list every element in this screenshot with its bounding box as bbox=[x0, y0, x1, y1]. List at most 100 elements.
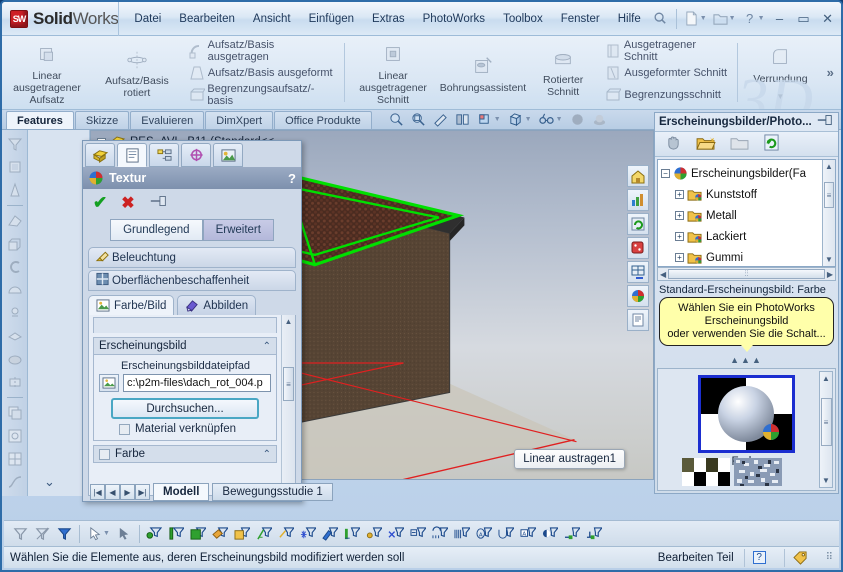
appearance-swatch-noise[interactable] bbox=[734, 458, 782, 486]
help-dropdown-icon[interactable]: ▼ bbox=[758, 15, 765, 22]
hand-icon[interactable] bbox=[665, 135, 682, 154]
scroll-thumb[interactable]: ≡ bbox=[824, 182, 834, 208]
menu-einfuegen[interactable]: Einfügen bbox=[300, 9, 363, 29]
menu-toolbox[interactable]: Toolbox bbox=[494, 9, 552, 29]
filter-edge-icon[interactable] bbox=[166, 523, 187, 545]
new-document-dropdown-icon[interactable]: ▼ bbox=[700, 15, 707, 22]
filter-note-icon[interactable] bbox=[430, 523, 451, 545]
appearance-swatch-farbe[interactable] bbox=[698, 375, 795, 453]
mode-erweitert-button[interactable]: Erweitert bbox=[203, 219, 274, 241]
scroll-up-arrow[interactable]: ▲ bbox=[822, 372, 830, 385]
ribbon-extruded-cut[interactable]: Linear ausgetragener Schnitt bbox=[348, 36, 438, 109]
filter-weld-icon[interactable] bbox=[452, 523, 473, 545]
status-help-icon[interactable]: ? bbox=[744, 549, 774, 567]
indent-icon[interactable] bbox=[5, 349, 25, 369]
filter-solid-icon[interactable] bbox=[232, 523, 253, 545]
tree-root-node[interactable]: − Erscheinungsbilder(Fa bbox=[661, 163, 832, 184]
model-tab-modell[interactable]: Modell bbox=[153, 483, 209, 501]
display-style-icon[interactable] bbox=[506, 110, 526, 128]
appearance-swatch-row-2[interactable] bbox=[682, 458, 782, 486]
view-orientation-icon[interactable] bbox=[475, 110, 495, 128]
filter-surface-icon[interactable] bbox=[210, 523, 231, 545]
scroll-right-arrow[interactable]: ▶ bbox=[827, 270, 833, 279]
appearance-tree[interactable]: − Erscheinungsbilder(Fa + Kunststoff + M… bbox=[657, 159, 836, 267]
home-view-icon[interactable] bbox=[627, 165, 649, 187]
subtab-abbilden[interactable]: Abbilden bbox=[177, 295, 256, 315]
filter-toggle-icon[interactable] bbox=[54, 523, 75, 545]
draft-analysis-icon[interactable] bbox=[5, 180, 25, 200]
tree-expand-icon[interactable]: + bbox=[675, 190, 684, 199]
subtab-farbe-bild[interactable]: Farbe/Bild bbox=[88, 295, 174, 315]
ribbon-boundary-cut[interactable]: Begrenzungsschnitt bbox=[602, 84, 730, 106]
ribbon-overflow-button[interactable]: » bbox=[820, 36, 842, 109]
property-panel-scrollbar[interactable]: ▲ ≡ ▼ bbox=[281, 315, 295, 495]
hide-show-icon[interactable] bbox=[537, 110, 557, 128]
appearance-ball-icon[interactable] bbox=[627, 285, 649, 307]
configuration-manager-tab[interactable] bbox=[149, 143, 179, 167]
tree-item-metall[interactable]: + Metall bbox=[661, 205, 832, 226]
menu-fenster[interactable]: Fenster bbox=[552, 9, 609, 29]
filter-sketch-seg-icon[interactable] bbox=[342, 523, 363, 545]
curve-pattern-icon[interactable] bbox=[5, 426, 25, 446]
rib-icon[interactable] bbox=[5, 211, 25, 231]
file-path-input[interactable]: c:\p2m-files\dach_rot_004.p bbox=[123, 374, 271, 392]
filter-midpoint-icon[interactable] bbox=[364, 523, 385, 545]
splitter-grip[interactable]: ▲▲▲ bbox=[655, 355, 838, 365]
browse-button[interactable]: Durchsuchen... bbox=[111, 398, 259, 419]
maximize-button[interactable]: ▭ bbox=[792, 9, 816, 29]
display-manager-tab[interactable] bbox=[213, 143, 243, 167]
pin-icon[interactable] bbox=[816, 114, 834, 130]
feature-manager-tab[interactable] bbox=[85, 143, 115, 167]
tree-item-gummi[interactable]: + Gummi bbox=[661, 247, 832, 267]
dome-icon[interactable] bbox=[5, 280, 25, 300]
filter-datum-icon[interactable] bbox=[540, 523, 561, 545]
property-manager-tab[interactable] bbox=[117, 143, 147, 167]
image-picker-button[interactable] bbox=[99, 374, 119, 392]
filter-dimension-icon[interactable] bbox=[408, 523, 429, 545]
appearance-icon[interactable] bbox=[568, 110, 588, 128]
filter-point-icon[interactable] bbox=[298, 523, 319, 545]
model-tab-bewegungsstudie[interactable]: Bewegungsstudie 1 bbox=[212, 483, 332, 501]
tree-expand-icon[interactable]: + bbox=[675, 232, 684, 241]
tree-expand-icon[interactable]: + bbox=[675, 211, 684, 220]
scroll-thumb[interactable]: ≡ bbox=[821, 398, 832, 446]
menu-bar[interactable]: Datei Bearbeiten Ansicht Einfügen Extras… bbox=[118, 2, 649, 36]
nav-next-button[interactable]: ▶ bbox=[120, 484, 135, 500]
select-arrow-icon[interactable] bbox=[84, 523, 105, 545]
folder-icon[interactable] bbox=[730, 135, 749, 154]
collapse-icon[interactable]: ⌃ bbox=[263, 449, 271, 460]
filter-center-icon[interactable] bbox=[386, 523, 407, 545]
help-icon[interactable]: ? bbox=[288, 171, 296, 186]
swatch-scrollbar[interactable]: ▲ ≡ ▼ bbox=[819, 371, 833, 488]
nav-first-button[interactable]: |◀ bbox=[90, 484, 105, 500]
ribbon-extruded-boss-base[interactable]: Linear ausgetragener Aufsatz bbox=[2, 36, 92, 109]
status-tag-icon[interactable] bbox=[784, 549, 816, 567]
collapse-icon[interactable]: ⌃ bbox=[263, 341, 271, 352]
filter-tolerance-icon[interactable] bbox=[584, 523, 605, 545]
zoom-to-area-icon[interactable] bbox=[409, 110, 429, 128]
tree-item-lackiert[interactable]: + Lackiert bbox=[661, 226, 832, 247]
scroll-down-arrow[interactable]: ▼ bbox=[825, 253, 833, 266]
ribbon-revolved-cut[interactable]: Rotierter Schnitt bbox=[528, 36, 598, 109]
scroll-down-arrow[interactable]: ▼ bbox=[822, 474, 830, 487]
view-orientation-dropdown-icon[interactable]: ▼ bbox=[494, 116, 501, 123]
mirror-icon[interactable] bbox=[5, 372, 25, 392]
filter-vertex-icon[interactable] bbox=[144, 523, 165, 545]
dimxpert-manager-tab[interactable] bbox=[181, 143, 211, 167]
menu-bearbeiten[interactable]: Bearbeiten bbox=[170, 9, 244, 29]
shaded-icon[interactable] bbox=[5, 157, 25, 177]
select-dropdown-icon[interactable]: ▼ bbox=[103, 530, 110, 537]
link-material-checkbox[interactable] bbox=[119, 424, 130, 435]
filter-all-icon[interactable] bbox=[10, 523, 31, 545]
refresh-view-icon[interactable] bbox=[627, 213, 649, 235]
ribbon-lofted-boss[interactable]: Aufsatz/Basis ausgeformt bbox=[186, 62, 337, 84]
pin-icon[interactable] bbox=[149, 194, 169, 212]
ribbon-swept-boss[interactable]: Aufsatz/Basis ausgetragen bbox=[186, 40, 337, 62]
scene-icon[interactable] bbox=[590, 110, 610, 128]
close-button[interactable]: ✕ bbox=[816, 9, 840, 29]
display-style-dropdown-icon[interactable]: ▼ bbox=[525, 116, 532, 123]
search-icon[interactable] bbox=[650, 9, 672, 29]
group-header[interactable]: Erscheinungsbild ⌃ bbox=[93, 337, 277, 355]
tree-item-kunststoff[interactable]: + Kunststoff bbox=[661, 184, 832, 205]
group-header[interactable]: Farbe ⌃ bbox=[93, 445, 277, 463]
